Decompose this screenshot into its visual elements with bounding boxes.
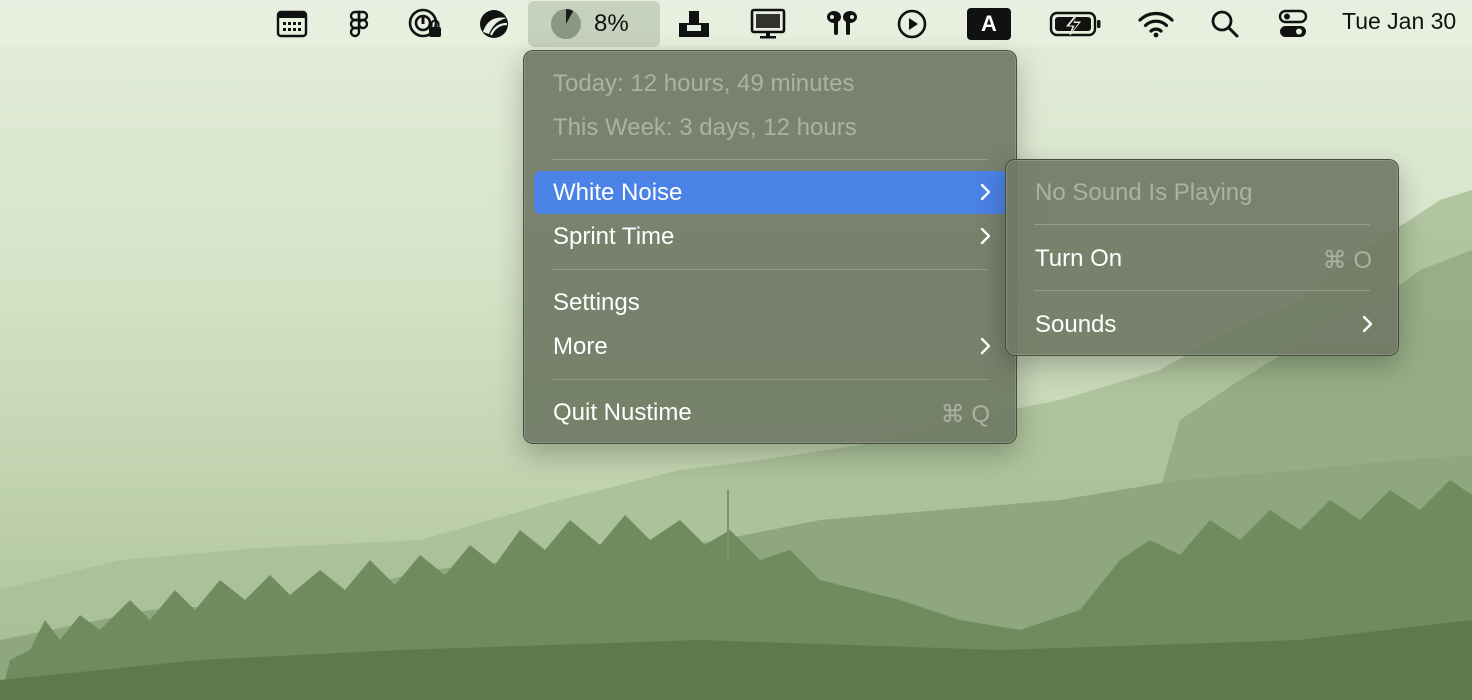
- input-source-label: A: [967, 8, 1011, 40]
- play-icon[interactable]: [894, 6, 930, 42]
- menu-item-turn-on[interactable]: Turn On ⌘ O: [1016, 237, 1388, 280]
- pie-timer-icon: [551, 9, 581, 39]
- quit-shortcut: ⌘ Q: [940, 401, 990, 428]
- chevron-right-icon: [980, 227, 991, 245]
- menu-item-sprint-time[interactable]: Sprint Time: [534, 215, 1006, 258]
- battery-icon[interactable]: [1048, 6, 1104, 42]
- today-stat-label: Today: 12 hours, 49 minutes: [553, 69, 855, 97]
- menu-separator: [552, 379, 988, 380]
- no-sound-label: No Sound Is Playing: [1035, 178, 1253, 206]
- privacy-lock-icon[interactable]: [405, 6, 445, 42]
- settings-label: Settings: [553, 288, 640, 316]
- menu-item-quit[interactable]: Quit Nustime ⌘ Q: [534, 391, 1006, 434]
- quit-label: Quit Nustime: [553, 398, 692, 426]
- desktop-wallpaper: 8% A Tue Jan 30 Today: 12 hours, 49 minu…: [0, 0, 1472, 700]
- wifi-icon[interactable]: [1136, 6, 1176, 42]
- menu-item-white-noise[interactable]: White Noise: [534, 171, 1006, 214]
- display-icon[interactable]: [748, 6, 788, 42]
- menu-item-more[interactable]: More: [534, 325, 1006, 368]
- airpods-icon[interactable]: [822, 6, 862, 42]
- dock-icon[interactable]: [676, 6, 712, 42]
- input-source-icon[interactable]: A: [966, 6, 1012, 42]
- menu-separator: [552, 159, 988, 160]
- chevron-right-icon: [980, 183, 991, 201]
- control-center-icon[interactable]: [1276, 6, 1310, 42]
- week-stat: This Week: 3 days, 12 hours: [534, 106, 1006, 149]
- chevron-right-icon: [1362, 315, 1373, 333]
- nustime-status-item[interactable]: 8%: [528, 1, 660, 47]
- nustime-menu: Today: 12 hours, 49 minutes This Week: 3…: [523, 50, 1017, 444]
- menu-separator: [1034, 224, 1370, 225]
- menu-separator: [552, 269, 988, 270]
- menu-item-settings[interactable]: Settings: [534, 281, 1006, 324]
- menu-separator: [1034, 290, 1370, 291]
- week-stat-label: This Week: 3 days, 12 hours: [553, 113, 857, 141]
- chevron-right-icon: [980, 337, 991, 355]
- calendar-icon[interactable]: [274, 6, 310, 42]
- white-noise-submenu: No Sound Is Playing Turn On ⌘ O Sounds: [1005, 159, 1399, 356]
- search-icon[interactable]: [1208, 6, 1242, 42]
- more-label: More: [553, 332, 608, 360]
- menu-item-sounds[interactable]: Sounds: [1016, 303, 1388, 346]
- today-stat: Today: 12 hours, 49 minutes: [534, 62, 1006, 105]
- white-noise-label: White Noise: [553, 178, 683, 206]
- menu-bar: 8% A Tue Jan 30: [0, 0, 1472, 47]
- turn-on-label: Turn On: [1035, 244, 1123, 272]
- turn-on-shortcut: ⌘ O: [1322, 247, 1372, 274]
- no-sound-status: No Sound Is Playing: [1016, 171, 1388, 214]
- status-percent: 8%: [594, 10, 629, 37]
- app-logo-icon[interactable]: [474, 6, 514, 42]
- figma-icon[interactable]: [344, 6, 374, 42]
- sounds-label: Sounds: [1035, 310, 1117, 338]
- menubar-clock[interactable]: Tue Jan 30: [1342, 8, 1456, 35]
- sprint-time-label: Sprint Time: [553, 222, 675, 250]
